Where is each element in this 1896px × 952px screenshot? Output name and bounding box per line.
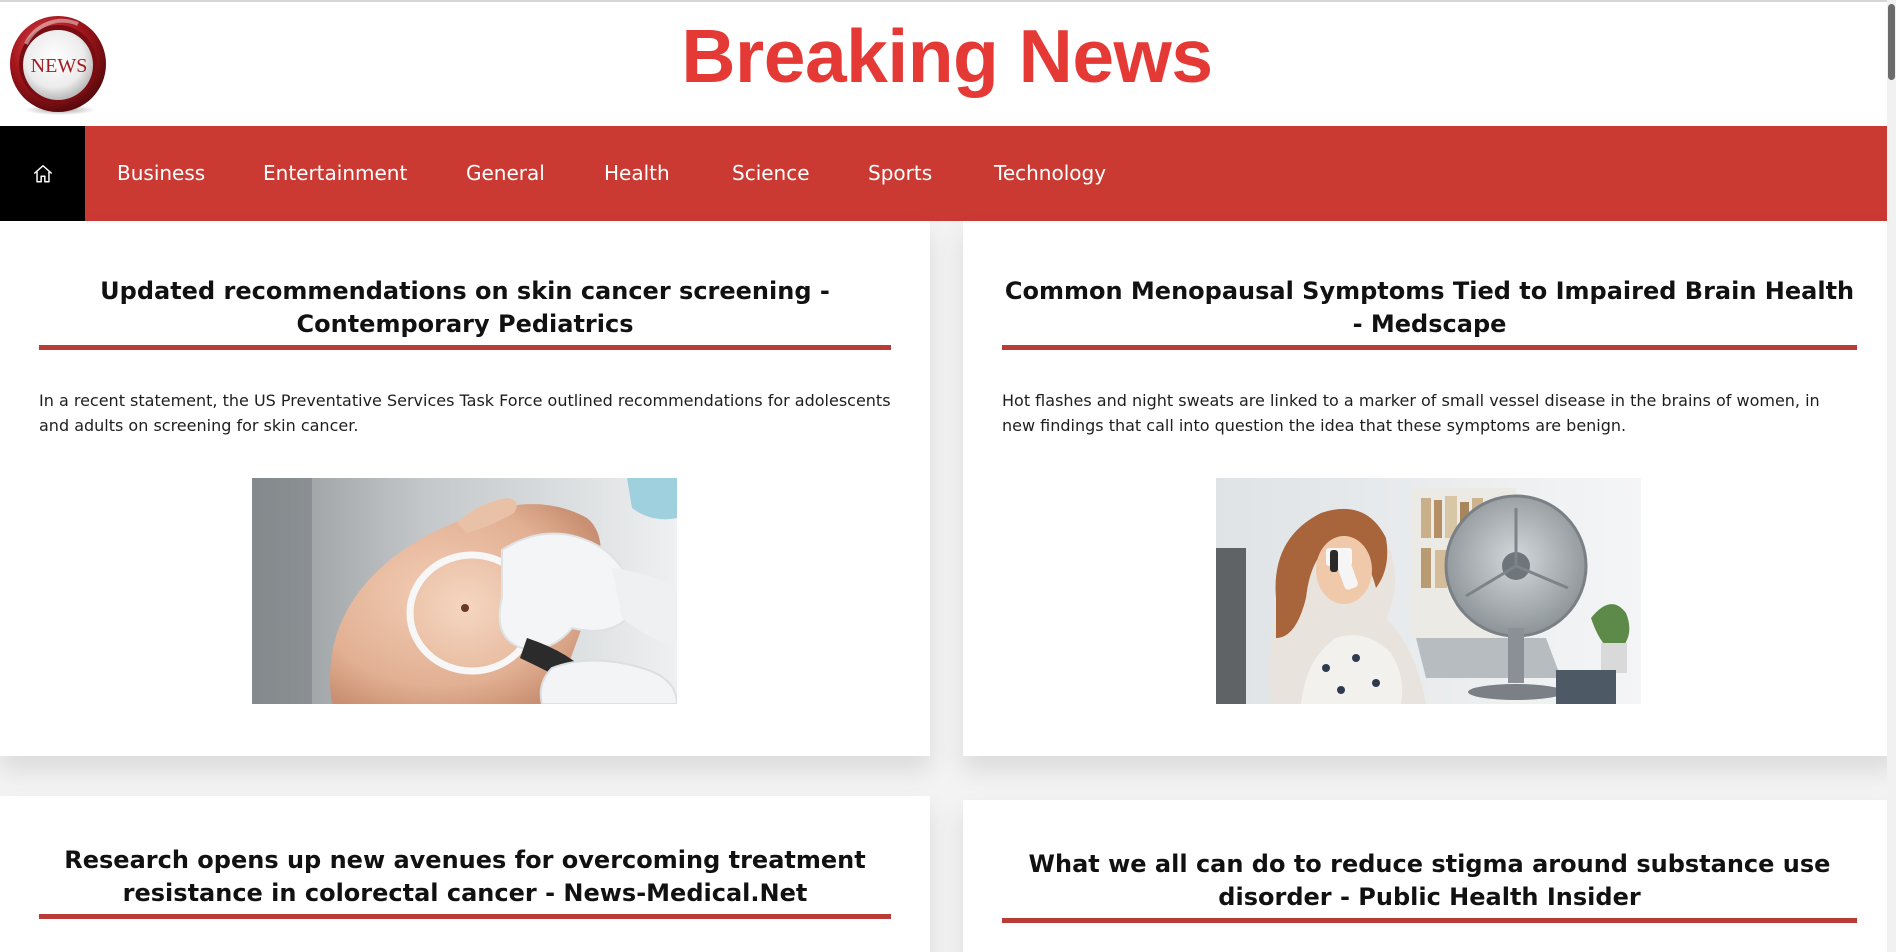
nav-item-business[interactable]: Business [117,126,205,221]
article-title[interactable]: Common Menopausal Symptoms Tied to Impai… [1002,275,1857,341]
news-card[interactable]: Updated recommendations on skin cancer s… [0,221,930,756]
article-title[interactable]: Research opens up new avenues for overco… [39,844,891,910]
nav-item-sports[interactable]: Sports [868,126,932,221]
title-divider [1002,918,1857,923]
title-divider [1002,345,1857,350]
nav-item-science[interactable]: Science [732,126,810,221]
home-button[interactable] [0,126,85,221]
nav-item-technology[interactable]: Technology [994,126,1106,221]
nav-item-entertainment[interactable]: Entertainment [263,126,407,221]
article-description: In a recent statement, the US Preventati… [39,391,891,435]
article-image[interactable] [252,478,677,704]
news-card[interactable]: What we all can do to reduce stigma arou… [963,800,1896,952]
vertical-scrollbar[interactable] [1887,0,1896,952]
site-title: Breaking News [681,14,1213,98]
news-card[interactable]: Common Menopausal Symptoms Tied to Impai… [963,221,1896,756]
nav-item-general[interactable]: General [466,126,545,221]
article-title[interactable]: What we all can do to reduce stigma arou… [1002,848,1857,914]
title-divider [39,345,891,350]
article-description: Hot flashes and night sweats are linked … [1002,391,1820,435]
page: NEWS Breaking News Business Entertainmen… [0,0,1896,952]
menopause-photo [1216,478,1641,704]
skin-exam-photo [252,478,677,704]
category-navbar: Business Entertainment General Health Sc… [0,126,1896,221]
home-icon [33,164,52,183]
title-divider [39,914,891,919]
article-title[interactable]: Updated recommendations on skin cancer s… [39,275,891,341]
scrollbar-thumb[interactable] [1888,4,1895,80]
article-image[interactable] [1216,478,1641,704]
site-header: NEWS Breaking News [0,2,1896,126]
nav-item-health[interactable]: Health [604,126,670,221]
news-card[interactable]: Research opens up new avenues for overco… [0,796,930,952]
